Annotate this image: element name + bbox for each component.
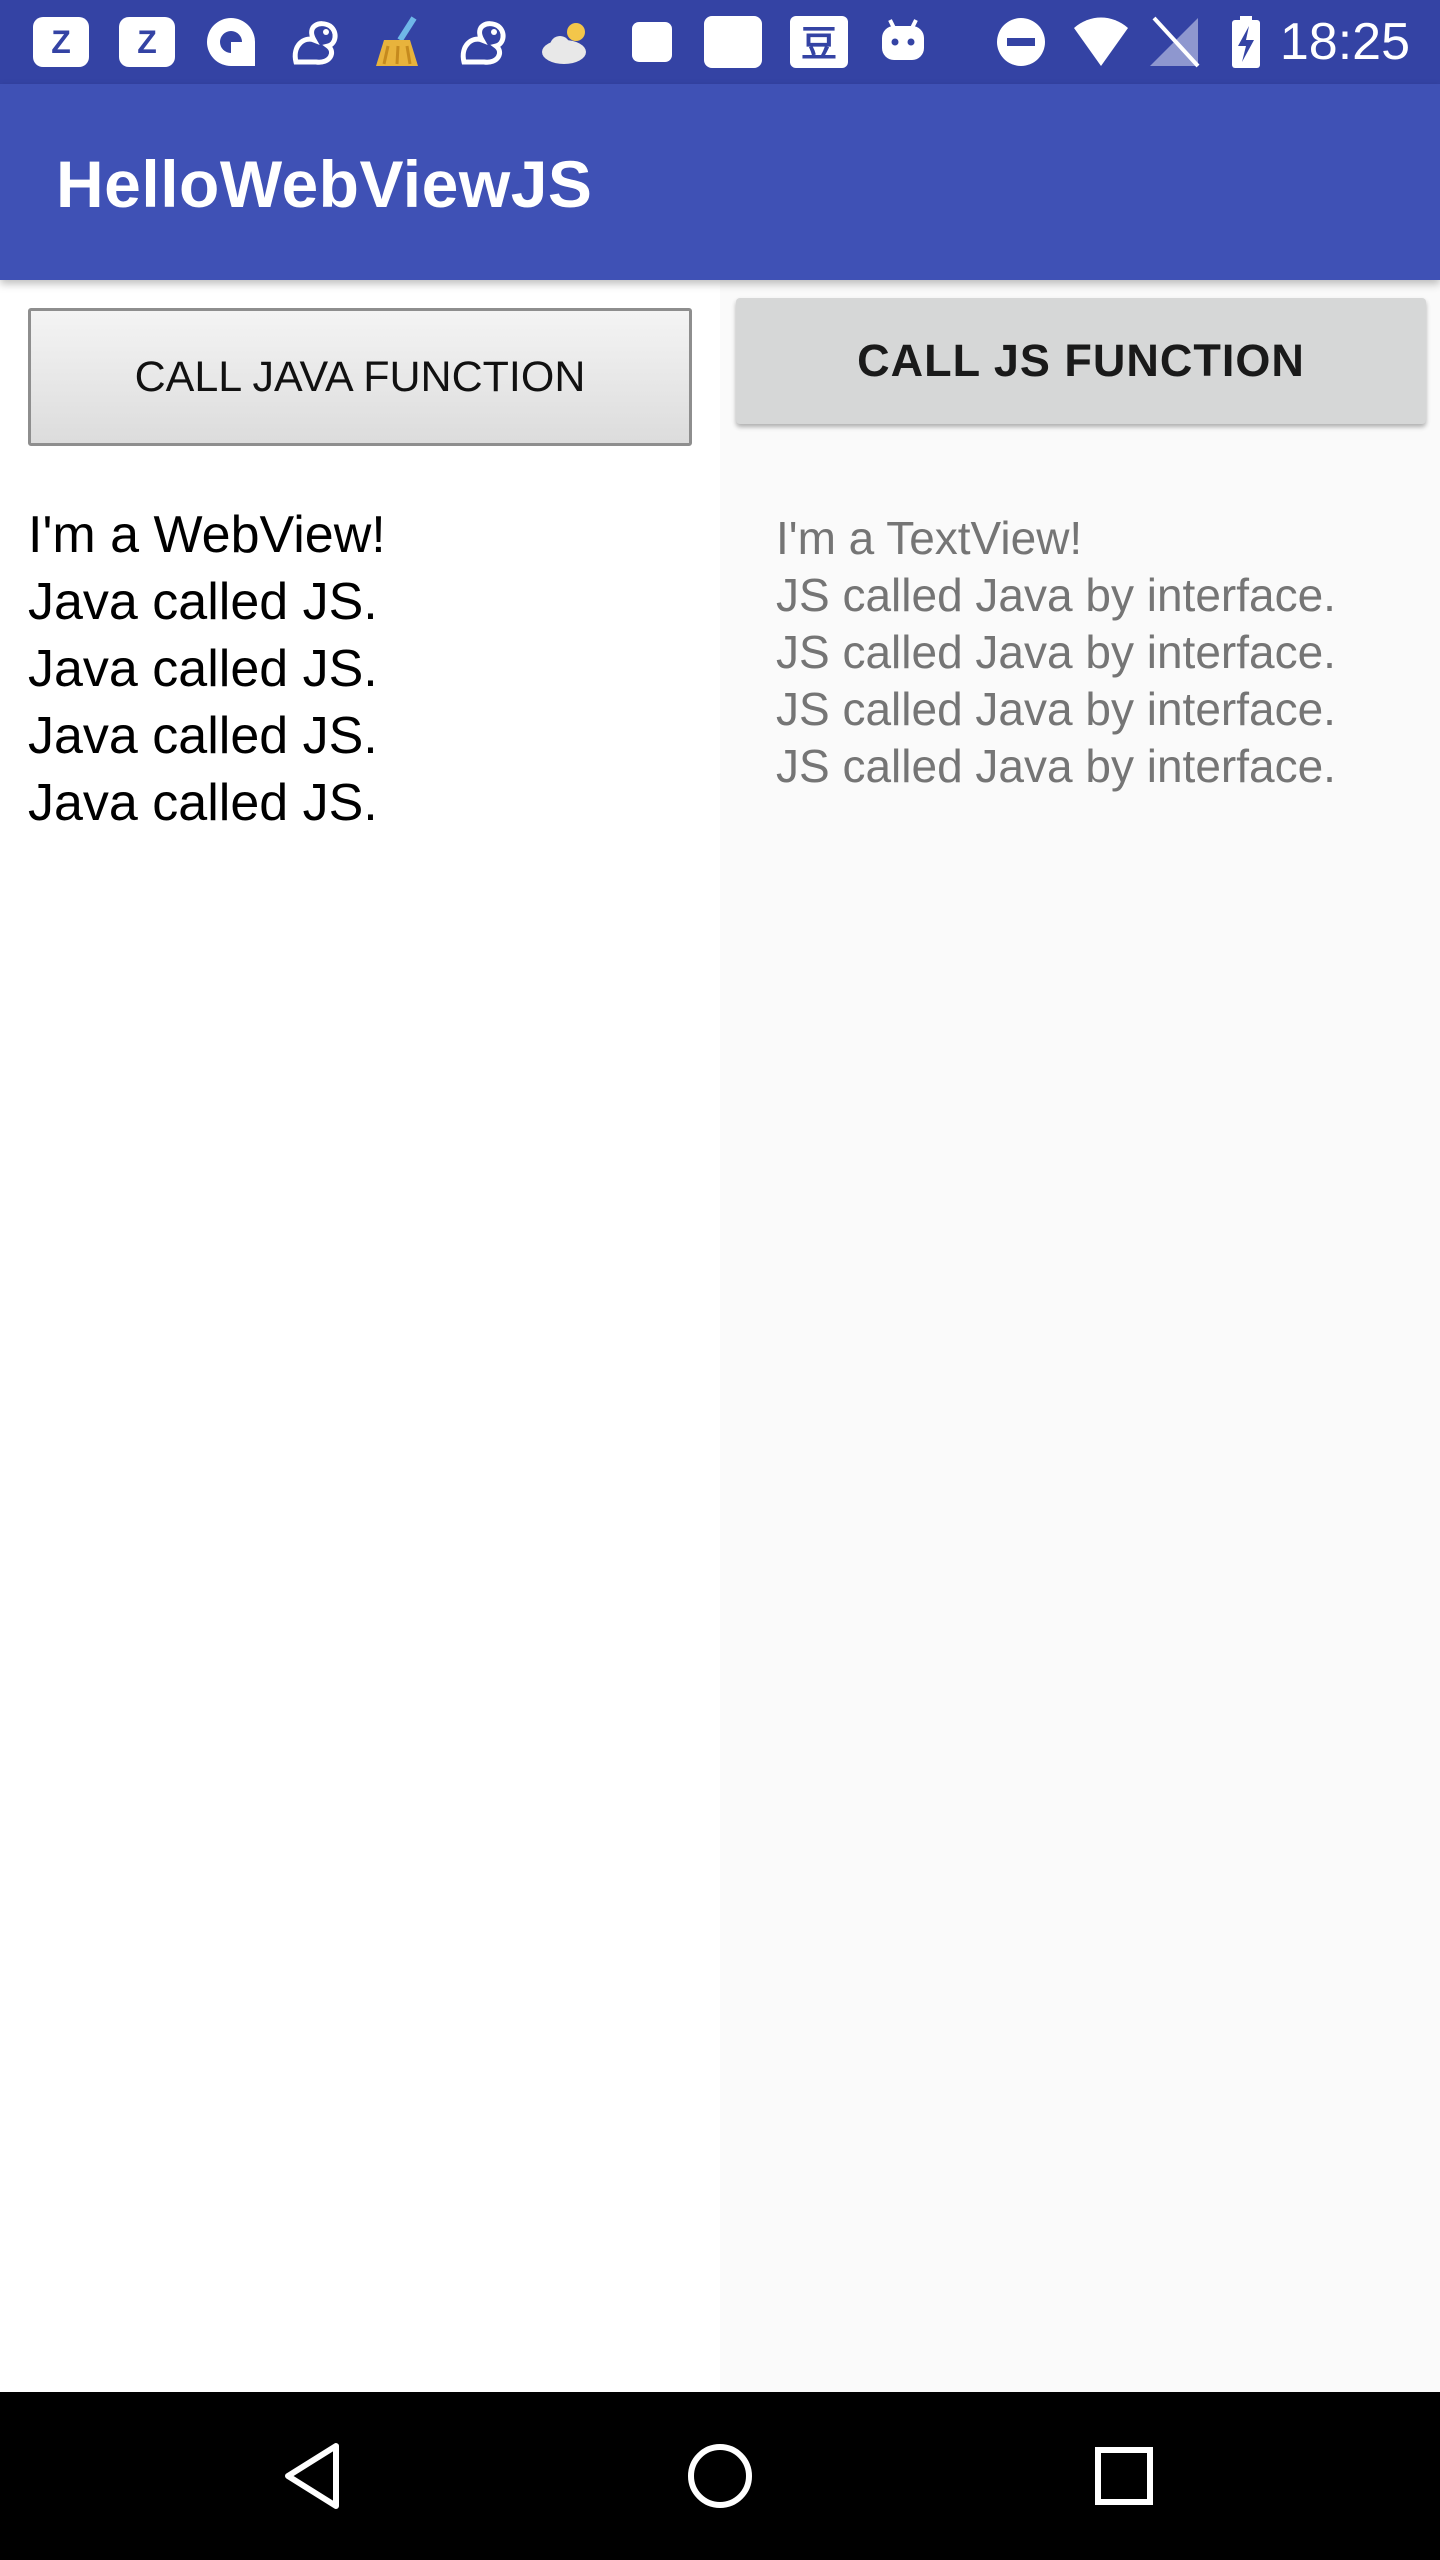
textview-content: I'm a TextView! JS called Java by interf… xyxy=(776,510,1426,795)
square-icon xyxy=(622,16,680,68)
phone-screen: Z Z 豆 18:25 HelloWebViewJS CALL JAVA FUN… xyxy=(0,0,1440,2560)
webview-line: I'm a WebView! xyxy=(28,506,386,564)
call-java-function-button[interactable]: CALL JAVA FUNCTION xyxy=(28,308,692,446)
douban-icon: 豆 xyxy=(790,16,848,68)
navigation-bar xyxy=(0,2392,1440,2560)
app-title: HelloWebViewJS xyxy=(56,147,593,221)
home-icon[interactable] xyxy=(680,2436,760,2516)
webview-line: Java called JS. xyxy=(28,707,378,765)
textview-line: JS called Java by interface. xyxy=(776,683,1336,735)
textview-line: JS called Java by interface. xyxy=(776,740,1336,792)
webview-content: I'm a WebView! Java called JS. Java call… xyxy=(28,502,688,837)
square-icon xyxy=(704,16,762,68)
z-app-icon: Z xyxy=(32,16,90,68)
status-bar: Z Z 豆 18:25 xyxy=(0,0,1440,84)
squirrel-icon xyxy=(454,16,512,68)
no-signal-icon xyxy=(1144,16,1202,68)
textview-line: I'm a TextView! xyxy=(776,512,1083,564)
battery-charging-icon xyxy=(1216,16,1274,68)
svg-text:Z: Z xyxy=(137,24,157,60)
native-pane: CALL JS FUNCTION I'm a TextView! JS call… xyxy=(720,280,1440,2392)
recents-icon[interactable] xyxy=(1084,2436,1164,2516)
z-app-icon: Z xyxy=(118,16,176,68)
call-js-function-button[interactable]: CALL JS FUNCTION xyxy=(736,298,1426,424)
webview-line: Java called JS. xyxy=(28,640,378,698)
webview-line: Java called JS. xyxy=(28,573,378,631)
wifi-icon xyxy=(1072,16,1130,68)
status-time: 18:25 xyxy=(1279,13,1410,71)
svg-text:Z: Z xyxy=(51,24,71,60)
webview-pane[interactable]: CALL JAVA FUNCTION I'm a WebView! Java c… xyxy=(0,280,720,2392)
broom-icon xyxy=(370,16,428,68)
textview-line: JS called Java by interface. xyxy=(776,626,1336,678)
android-icon xyxy=(874,16,932,68)
back-icon[interactable] xyxy=(276,2436,356,2516)
browser-icon xyxy=(202,16,260,68)
app-bar: HelloWebViewJS xyxy=(0,84,1440,280)
weather-icon xyxy=(538,16,596,68)
svg-text:豆: 豆 xyxy=(801,24,837,65)
webview-line: Java called JS. xyxy=(28,774,378,832)
do-not-disturb-icon xyxy=(992,16,1050,68)
textview-line: JS called Java by interface. xyxy=(776,569,1336,621)
squirrel-icon xyxy=(286,16,344,68)
